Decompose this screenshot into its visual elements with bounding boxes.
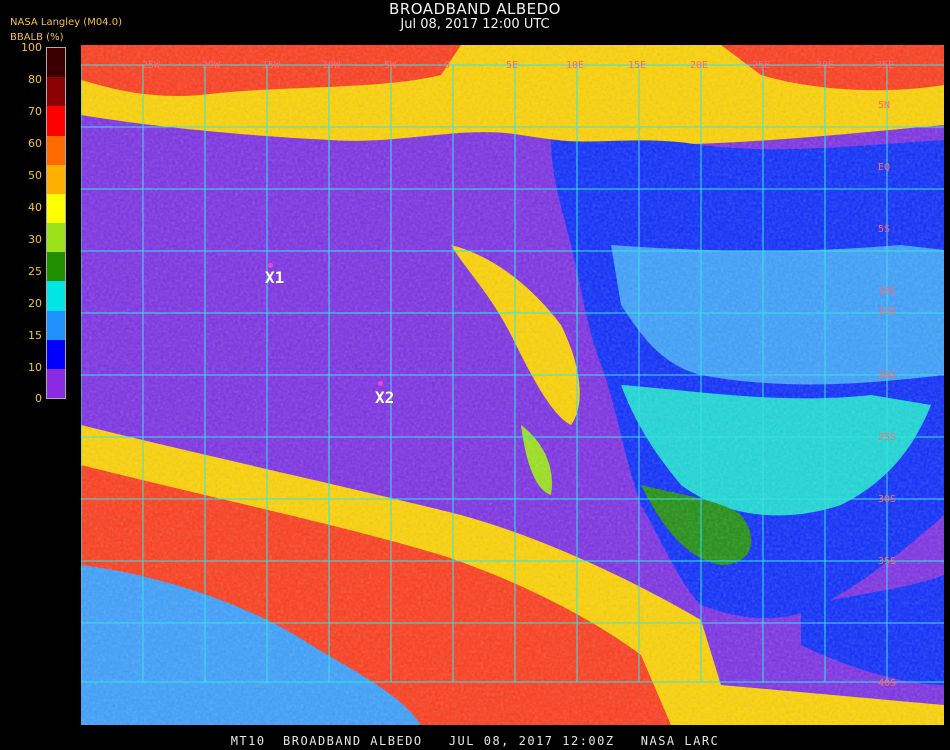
- longitude-label: 20W: [202, 60, 221, 71]
- longitude-label: 0: [444, 60, 451, 71]
- marker-x1-dot: [268, 263, 273, 268]
- colorbar-segment: [47, 48, 65, 78]
- colorbar-tick: 40: [28, 201, 42, 214]
- map-subtitle: Jul 08, 2017 12:00 UTC: [400, 17, 550, 32]
- longitude-label: 10W: [322, 60, 341, 71]
- latitude-label: 10S: [878, 286, 897, 297]
- longitude-label: 30E: [816, 60, 835, 71]
- albedo-image: [81, 45, 944, 725]
- longitude-label: 5E: [506, 60, 519, 71]
- latitude-label: 15S: [878, 306, 897, 317]
- longitude-label: 25E: [752, 60, 771, 71]
- colorbar-segment: [47, 193, 65, 224]
- colorbar-tick: 70: [28, 105, 42, 118]
- colorbar-tick: 20: [28, 297, 42, 310]
- colorbar-segment: [47, 310, 65, 340]
- longitude-label: 20E: [690, 60, 709, 71]
- longitude-label: 25W: [142, 60, 161, 71]
- colorbar-segment: [47, 252, 65, 282]
- latitude-label: 40S: [878, 678, 897, 689]
- colorbar-tick: 15: [28, 329, 42, 342]
- colorbar-tick: 100: [21, 41, 42, 54]
- map-title: BROADBAND ALBEDO: [389, 0, 561, 18]
- colorbar-segment: [47, 164, 65, 194]
- colorbar-tick: 25: [28, 265, 42, 278]
- latitude-label: 30S: [878, 494, 897, 505]
- colorbar-segment: [47, 339, 65, 369]
- colorbar-segment: [47, 106, 65, 136]
- footer-caption: MT10 BROADBAND ALBEDO JUL 08, 2017 12:00…: [230, 734, 720, 748]
- latitude-label: 20S: [878, 370, 897, 381]
- producer-label: NASA Langley (M04.0): [10, 17, 122, 28]
- colorbar-segment: [47, 223, 65, 253]
- albedo-map: [81, 45, 944, 725]
- colorbar: [46, 47, 66, 399]
- colorbar-segment: [47, 135, 65, 165]
- longitude-label: 5W: [384, 60, 397, 71]
- marker-x1: X1: [265, 263, 285, 287]
- latitude-label: 25S: [878, 432, 897, 443]
- colorbar-tick: 50: [28, 169, 42, 182]
- latitude-label: 35S: [878, 556, 897, 567]
- colorbar-tick: 10: [28, 361, 42, 374]
- colorbar-tick: 80: [28, 73, 42, 86]
- longitude-label: 35E: [876, 60, 895, 71]
- latitude-label: 5S: [878, 224, 891, 235]
- colorbar-tick: 30: [28, 233, 42, 246]
- colorbar-segment: [47, 281, 65, 311]
- colorbar-tick: 0: [35, 392, 42, 405]
- marker-x2: X2: [375, 381, 395, 407]
- colorbar-segment: [47, 77, 65, 107]
- marker-x2-label: X2: [375, 388, 395, 407]
- longitude-label: 15W: [262, 60, 281, 71]
- longitude-label: 15E: [628, 60, 647, 71]
- colorbar-segment: [47, 368, 65, 399]
- marker-x1-label: X1: [265, 268, 285, 287]
- marker-x2-dot: [378, 381, 383, 386]
- colorbar-tick: 60: [28, 137, 42, 150]
- latitude-label: 5N: [878, 100, 891, 111]
- longitude-label: 10E: [566, 60, 585, 71]
- latitude-label: EQ: [878, 162, 891, 173]
